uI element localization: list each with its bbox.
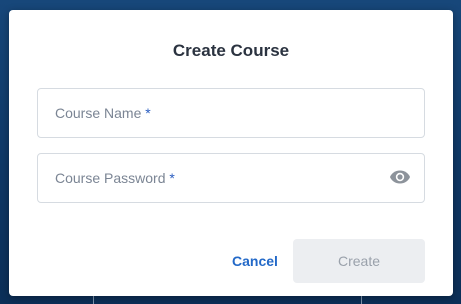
required-mark: * <box>145 105 151 121</box>
create-course-dialog: Create Course Course Name * Course Passw… <box>9 10 453 296</box>
course-name-label: Course Name * <box>55 105 151 121</box>
course-name-label-text: Course Name <box>55 105 142 121</box>
create-button[interactable]: Create <box>293 239 425 283</box>
course-password-label-text: Course Password <box>55 170 166 186</box>
eye-icon[interactable] <box>389 169 411 185</box>
course-password-label: Course Password * <box>55 170 175 186</box>
cancel-button[interactable]: Cancel <box>224 239 286 283</box>
required-mark: * <box>169 170 175 186</box>
course-password-field[interactable]: Course Password * <box>37 153 425 203</box>
course-name-field[interactable]: Course Name * <box>37 88 425 138</box>
dialog-title: Create Course <box>172 41 290 60</box>
